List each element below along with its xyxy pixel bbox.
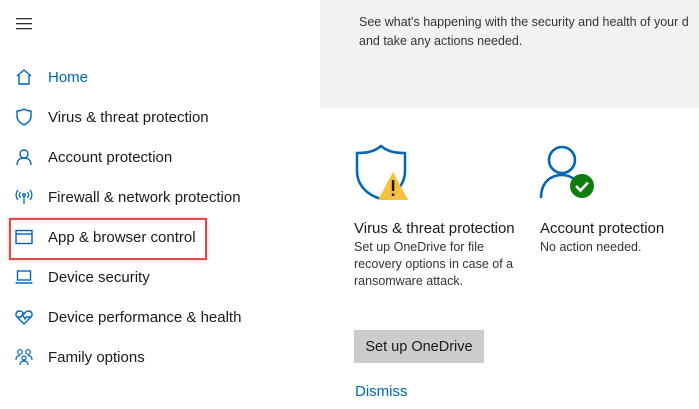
sidebar-item-device-performance[interactable]: Device performance & health xyxy=(12,302,312,332)
shield-icon xyxy=(12,105,36,129)
account-person-check-icon xyxy=(538,143,598,208)
sidebar-item-account[interactable]: Account protection xyxy=(12,142,312,172)
card-title: Virus & threat protection xyxy=(354,220,515,237)
sidebar-item-virus-threat[interactable]: Virus & threat protection xyxy=(12,102,312,132)
header-description: See what's happening with the security a… xyxy=(359,15,689,48)
heart-icon xyxy=(12,305,36,329)
sidebar-item-device-security[interactable]: Device security xyxy=(12,262,312,292)
sidebar-item-label: Home xyxy=(48,68,89,86)
sidebar-item-family[interactable]: Family options xyxy=(12,342,312,372)
hamburger-icon[interactable] xyxy=(14,16,34,32)
card-title: Account protection xyxy=(540,220,665,237)
sidebar-item-firewall[interactable]: Firewall & network protection xyxy=(12,182,312,212)
antenna-icon xyxy=(12,185,36,209)
person-icon xyxy=(12,145,36,169)
virus-shield-warning-icon xyxy=(354,143,410,206)
virus-threat-card: Virus & threat protection Set up OneDriv… xyxy=(354,219,519,290)
header-banner: See what's happening with the security a… xyxy=(320,0,699,108)
account-protection-card: Account protection No action needed. xyxy=(540,219,690,256)
setup-onedrive-button[interactable]: Set up OneDrive xyxy=(354,330,484,363)
home-icon xyxy=(12,65,36,89)
sidebar-item-label: Virus & threat protection xyxy=(48,108,209,126)
card-status: No action needed. xyxy=(540,240,642,254)
highlight-annotation xyxy=(9,218,207,260)
card-description: Set up OneDrive for file recovery option… xyxy=(354,240,514,288)
sidebar: Home Virus & threat protection Account p… xyxy=(0,0,320,409)
sidebar-item-label: Firewall & network protection xyxy=(48,188,241,206)
sidebar-item-label: Device performance & health xyxy=(48,308,242,326)
sidebar-item-label: Family options xyxy=(48,348,145,366)
dismiss-link[interactable]: Dismiss xyxy=(355,383,408,400)
sidebar-item-label: Device security xyxy=(48,268,150,286)
sidebar-item-home[interactable]: Home xyxy=(12,62,312,92)
sidebar-item-label: Account protection xyxy=(48,148,173,166)
family-icon xyxy=(12,345,36,369)
laptop-icon xyxy=(12,265,36,289)
